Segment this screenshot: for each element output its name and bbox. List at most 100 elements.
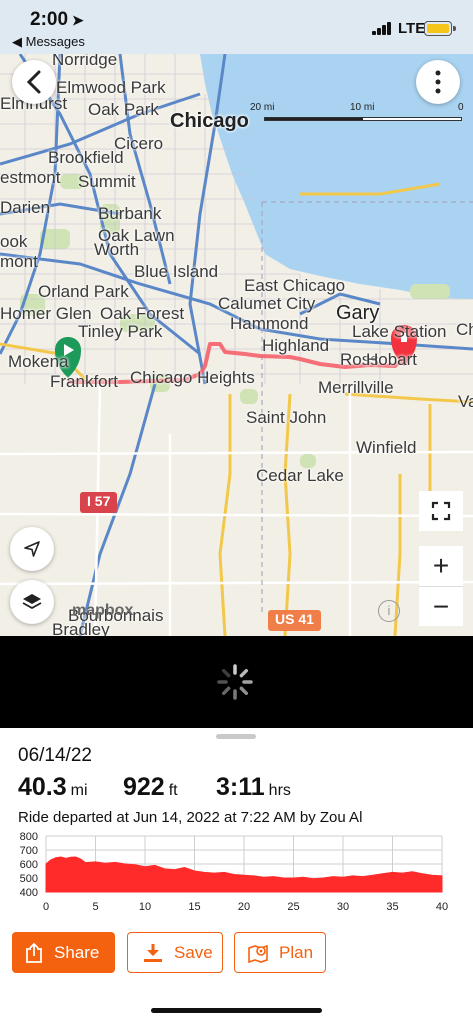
x-tick-label: 40 [436, 901, 448, 913]
layers-button[interactable] [10, 580, 54, 624]
scale-label: 0 [458, 102, 464, 113]
map-label: Brookfield [48, 148, 124, 167]
minus-icon: − [432, 590, 450, 622]
map-label: Homer Glen [0, 304, 92, 323]
map-label: Bradley [52, 620, 110, 636]
elevation-stat: 922 ft [123, 773, 178, 802]
zoom-in-button[interactable]: + [419, 546, 463, 586]
scale-label: 20 mi [250, 102, 275, 113]
map-label: Orland Park [38, 282, 129, 301]
elevation-value: 922 [123, 773, 165, 801]
x-tick-label: 20 [238, 901, 250, 913]
status-time: 2:00 ➤ [30, 9, 84, 30]
map-label: Lake Station [352, 322, 447, 341]
more-options-button[interactable] [416, 60, 460, 104]
y-tick-label: 400 [20, 887, 38, 899]
map-label: East Chicago [244, 276, 346, 295]
map-label: mont [0, 252, 38, 271]
map-label: Oak Park [88, 100, 159, 119]
ride-details-sheet: 06/14/22 40.3 mi 922 ft 3:11 hrs Ride depar… [0, 728, 473, 1023]
ride-date: 06/14/22 [18, 745, 92, 766]
y-tick-label: 500 [20, 873, 38, 885]
distance-unit: mi [70, 782, 88, 799]
download-icon [144, 943, 162, 962]
x-tick-label: 0 [43, 901, 49, 913]
navigation-arrow-icon [24, 541, 40, 557]
more-vertical-icon [435, 70, 441, 94]
back-button[interactable] [12, 60, 56, 104]
us-route-shield: US 41 [268, 610, 321, 631]
home-indicator [151, 1008, 322, 1013]
share-icon [26, 942, 42, 963]
elevation-unit: ft [168, 782, 178, 799]
scale-label: 10 mi [350, 102, 375, 113]
map-label: Worth [94, 240, 140, 259]
location-arrow-icon: ➤ [72, 12, 84, 28]
map-label: Mokena [8, 352, 69, 371]
map-label: Darien [0, 198, 51, 217]
map-label: Calumet City [218, 294, 316, 313]
map-label: estmont [0, 168, 61, 187]
sheet-grabber[interactable] [216, 734, 256, 739]
x-tick-label: 25 [287, 901, 299, 913]
departure-text: Ride departed at Jun 14, 2022 at 7:22 AM… [18, 809, 363, 826]
duration-value: 3:11 [216, 773, 265, 801]
map-label: Hammond [230, 314, 309, 333]
zoom-out-button[interactable]: − [419, 586, 463, 626]
plan-label: Plan [279, 942, 314, 962]
map-label: Chicago Heights [130, 368, 255, 387]
fullscreen-icon [431, 501, 451, 521]
back-to-app-link[interactable]: ◀ Messages [12, 34, 85, 50]
map-label: Oak Forest [100, 304, 185, 323]
network-label: LTE [398, 20, 426, 37]
map-label: Cedar Lake [256, 466, 344, 485]
map-label: Winfield [356, 438, 417, 457]
map-label: Va [458, 392, 473, 411]
x-tick-label: 10 [139, 901, 151, 913]
map-label: Frankfort [50, 372, 119, 391]
mapbox-logo: mapbox [72, 602, 134, 619]
share-button[interactable]: Share [12, 932, 115, 973]
y-tick-label: 700 [20, 845, 38, 857]
map-label: Tinley Park [78, 322, 163, 341]
map-label: Merrillville [318, 378, 394, 397]
fullscreen-button[interactable] [419, 491, 463, 531]
y-tick-label: 800 [20, 831, 38, 843]
map-label: Hobart [366, 350, 418, 369]
x-tick-label: 35 [386, 901, 398, 913]
save-label: Save [174, 942, 213, 962]
map-label: Summit [78, 172, 136, 191]
chevron-left-icon [26, 70, 41, 94]
map-label: Burbank [98, 204, 162, 223]
signal-icon [372, 22, 392, 35]
x-tick-label: 30 [337, 901, 349, 913]
map-pin-icon [248, 944, 268, 963]
plan-button[interactable]: Plan [234, 932, 326, 973]
distance-stat: 40.3 mi [18, 773, 88, 802]
distance-value: 40.3 [18, 773, 67, 801]
share-label: Share [54, 942, 100, 962]
map-label: Highland [262, 336, 330, 355]
x-tick-label: 15 [188, 901, 200, 913]
save-button[interactable]: Save [127, 932, 223, 973]
route-map[interactable]: Norridge Elmwood Park Oak Park Elmhurst … [0, 54, 473, 636]
map-label: Chicago [170, 110, 249, 132]
map-label: Blue Island [134, 262, 219, 281]
info-icon[interactable]: i [378, 600, 400, 622]
duration-unit: hrs [268, 782, 291, 799]
x-tick-label: 5 [92, 901, 98, 913]
map-label: Norridge [52, 54, 118, 69]
duration-stat: 3:11 hrs [216, 773, 291, 802]
y-tick-label: 600 [20, 859, 38, 871]
plus-icon: + [432, 550, 450, 581]
interstate-shield: I 57 [80, 492, 118, 513]
map-label: Ch [456, 320, 473, 339]
status-bar: 2:00 ➤ ◀ Messages LTE [0, 0, 473, 54]
map-label: ook [0, 232, 28, 251]
map-label: Saint John [246, 408, 327, 427]
elevation-chart[interactable]: 400 500 600 700 800 0 5 10 15 20 25 30 35 40 [0, 828, 473, 923]
locate-button[interactable] [10, 527, 54, 571]
battery-icon [424, 21, 456, 36]
map-label: Elmwood Park [56, 78, 166, 97]
map-base [0, 54, 473, 636]
